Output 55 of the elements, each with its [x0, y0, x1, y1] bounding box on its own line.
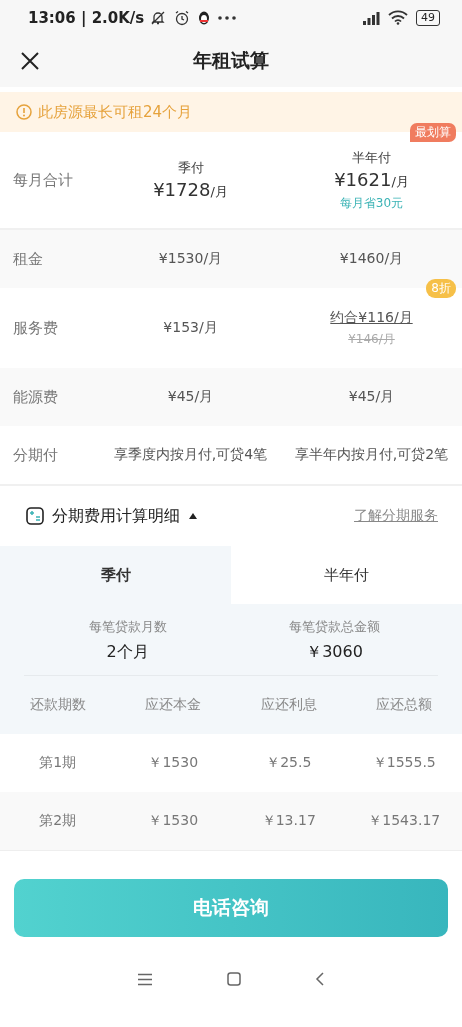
- row-label: 租金: [12, 249, 44, 269]
- table-cell-text: 第1期: [38, 754, 78, 772]
- fee-value: ¥45/月: [167, 388, 214, 406]
- row-label: 能源费: [12, 387, 59, 407]
- original-price: ¥146/月: [348, 330, 395, 348]
- battery-indicator: 49: [416, 9, 440, 26]
- back-icon[interactable]: [315, 972, 325, 986]
- column-header: 还款期数: [28, 696, 87, 714]
- fee-value: ¥1460/月: [339, 250, 404, 268]
- fee-value: ¥45/月: [348, 388, 395, 406]
- plan-price: ¥1621/月: [334, 168, 409, 191]
- table-cell-text: ￥25.5: [265, 754, 313, 772]
- column-header: 应还利息: [259, 696, 318, 714]
- table-cell-text: ￥13.17: [260, 812, 317, 830]
- plan-name: 季付: [177, 159, 204, 177]
- bell-off-icon: [150, 9, 167, 26]
- close-icon[interactable]: [20, 51, 40, 71]
- fee-value: 享季度内按月付,可贷4笔: [113, 446, 268, 464]
- status-time: 13:06 | 2.0K/s: [28, 8, 145, 27]
- column-header: 应还总额: [375, 696, 434, 714]
- menu-icon[interactable]: [137, 972, 153, 986]
- summary-value: 2个月: [106, 642, 149, 663]
- plan-name: 半年付: [352, 148, 391, 167]
- table-cell-text: ￥1555.5: [371, 754, 437, 772]
- summary-label: 每笔贷款月数: [88, 618, 167, 636]
- wifi-icon: [388, 10, 408, 25]
- fee-value: 享半年内按月付,可贷2笔: [294, 446, 449, 464]
- penguin-icon: [198, 10, 211, 25]
- summary-value: ￥3060: [306, 642, 363, 663]
- table-cell-text: 第2期: [38, 812, 78, 830]
- home-icon[interactable]: [227, 972, 241, 986]
- info-icon: [16, 104, 32, 120]
- summary-label: 每笔贷款总金额: [289, 618, 380, 636]
- calculator-icon: [26, 507, 44, 525]
- installment-service-link[interactable]: 了解分期服务: [354, 507, 438, 525]
- alarm-icon: [174, 9, 191, 26]
- plan-tab[interactable]: 半年付: [231, 546, 462, 604]
- fee-value: ¥153/月: [163, 319, 218, 337]
- row-label: 每月合计: [12, 170, 74, 190]
- more-icon: [218, 15, 237, 20]
- row-label: 服务费: [12, 318, 59, 338]
- column-header: 应还本金: [144, 696, 203, 714]
- table-cell-text: ￥1543.17: [367, 812, 442, 830]
- plan-price: ¥1728/月: [153, 179, 228, 201]
- notice-text: 此房源最长可租24个月: [38, 102, 193, 122]
- page-title: 年租试算: [193, 48, 269, 73]
- fee-value: ¥1530/月: [158, 250, 223, 268]
- table-cell-text: ￥1530: [147, 812, 200, 830]
- row-label: 分期付: [12, 445, 59, 465]
- saving-text: 每月省30元: [339, 194, 404, 212]
- fee-value: 约合¥116/月: [330, 308, 413, 327]
- signal-icon: [362, 10, 380, 25]
- section-title[interactable]: 分期费用计算明细: [52, 505, 180, 527]
- table-cell-text: ￥1530: [147, 754, 200, 772]
- caret-icon[interactable]: [188, 512, 198, 520]
